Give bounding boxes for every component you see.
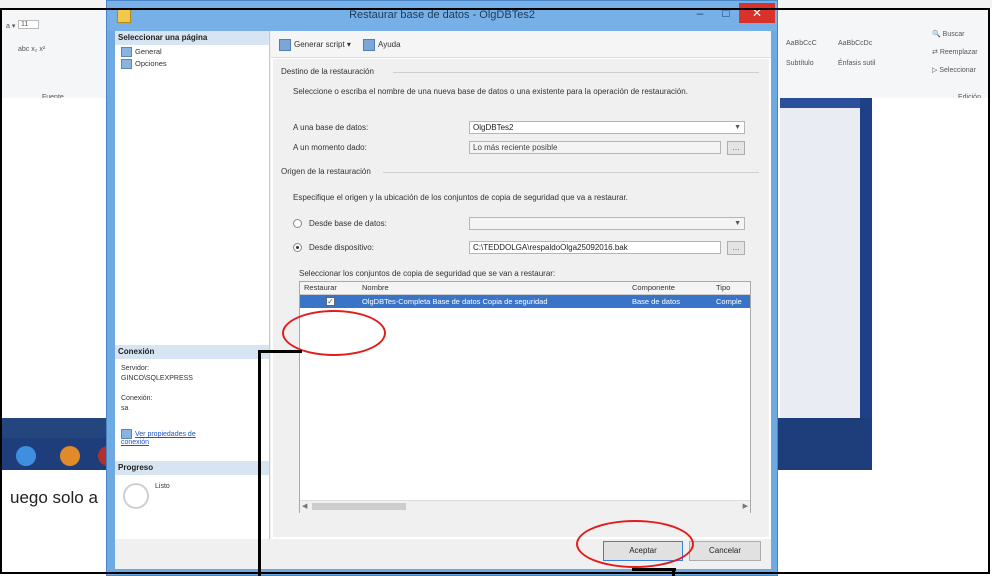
image-border — [0, 8, 990, 574]
